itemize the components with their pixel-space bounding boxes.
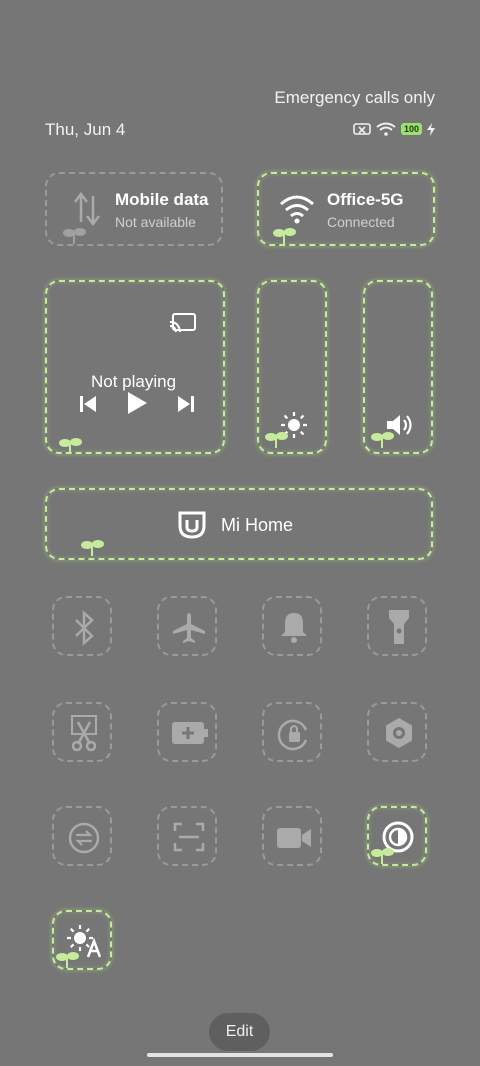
wifi-icon bbox=[280, 195, 314, 224]
emergency-calls-text: Emergency calls only bbox=[274, 88, 435, 107]
flashlight-icon bbox=[389, 610, 409, 644]
mobile-data-subtitle: Not available bbox=[115, 214, 196, 230]
video-camera-icon bbox=[277, 828, 311, 848]
airplane-icon bbox=[173, 613, 205, 643]
media-status: Not playing bbox=[91, 372, 177, 391]
previous-icon[interactable] bbox=[79, 394, 97, 414]
toggle-scanner[interactable] bbox=[157, 806, 217, 866]
mobile-data-icon bbox=[74, 192, 100, 226]
toggle-data-saver[interactable] bbox=[52, 806, 112, 866]
next-icon[interactable] bbox=[177, 394, 195, 414]
date-text: Thu, Jun 4 bbox=[45, 120, 126, 139]
edit-button[interactable]: Edit bbox=[209, 1013, 270, 1051]
wifi-subtitle: Connected bbox=[327, 214, 395, 230]
sprout-decoration bbox=[59, 438, 82, 454]
volume-slider[interactable] bbox=[363, 280, 433, 454]
toggle-dark-mode[interactable] bbox=[367, 806, 427, 866]
battery-icon: 100 bbox=[400, 123, 422, 135]
bell-icon bbox=[281, 613, 307, 643]
play-icon[interactable] bbox=[125, 390, 149, 416]
wifi-signal-icon bbox=[376, 122, 396, 136]
data-saver-icon bbox=[68, 822, 100, 854]
toggle-screen-recorder[interactable] bbox=[262, 806, 322, 866]
toggle-battery-saver[interactable] bbox=[157, 702, 217, 762]
charging-bolt-icon bbox=[427, 122, 435, 136]
mi-home-icon bbox=[178, 511, 206, 539]
toggle-bluetooth[interactable] bbox=[52, 596, 112, 656]
hex-nut-icon bbox=[386, 718, 412, 748]
sprout-decoration bbox=[63, 228, 86, 244]
status-icons: 100 bbox=[353, 120, 435, 138]
sprout-decoration bbox=[81, 540, 104, 556]
rotation-lock-icon bbox=[277, 719, 308, 751]
battery-plus-icon bbox=[172, 722, 208, 744]
brightness-slider[interactable] bbox=[257, 280, 327, 454]
sprout-decoration bbox=[265, 432, 288, 448]
no-sim-icon bbox=[353, 123, 371, 135]
wifi-tile[interactable]: Office-5G Connected bbox=[257, 172, 435, 246]
mobile-data-title: Mobile data bbox=[115, 190, 209, 209]
toggle-lock-rotation[interactable] bbox=[262, 702, 322, 762]
media-tile[interactable]: Not playing bbox=[45, 280, 225, 454]
cast-icon[interactable] bbox=[169, 312, 197, 334]
toggle-sound[interactable] bbox=[262, 596, 322, 656]
toggle-auto-brightness[interactable] bbox=[52, 910, 112, 970]
toggle-airplane[interactable] bbox=[157, 596, 217, 656]
toggle-flashlight[interactable] bbox=[367, 596, 427, 656]
bluetooth-icon bbox=[75, 610, 94, 646]
toggle-screenshot[interactable] bbox=[52, 702, 112, 762]
mi-home-tile[interactable]: Mi Home bbox=[45, 488, 433, 560]
gesture-home-bar[interactable] bbox=[147, 1053, 333, 1057]
scan-icon bbox=[173, 822, 205, 852]
sprout-decoration bbox=[56, 952, 79, 968]
mobile-data-tile[interactable]: Mobile data Not available bbox=[45, 172, 223, 246]
sprout-decoration bbox=[371, 848, 394, 864]
scissors-icon bbox=[71, 715, 97, 752]
sprout-decoration bbox=[371, 432, 394, 448]
mi-home-label: Mi Home bbox=[221, 515, 294, 535]
wifi-title: Office-5G bbox=[327, 190, 404, 209]
toggle-settings[interactable] bbox=[367, 702, 427, 762]
sprout-decoration bbox=[273, 228, 296, 244]
